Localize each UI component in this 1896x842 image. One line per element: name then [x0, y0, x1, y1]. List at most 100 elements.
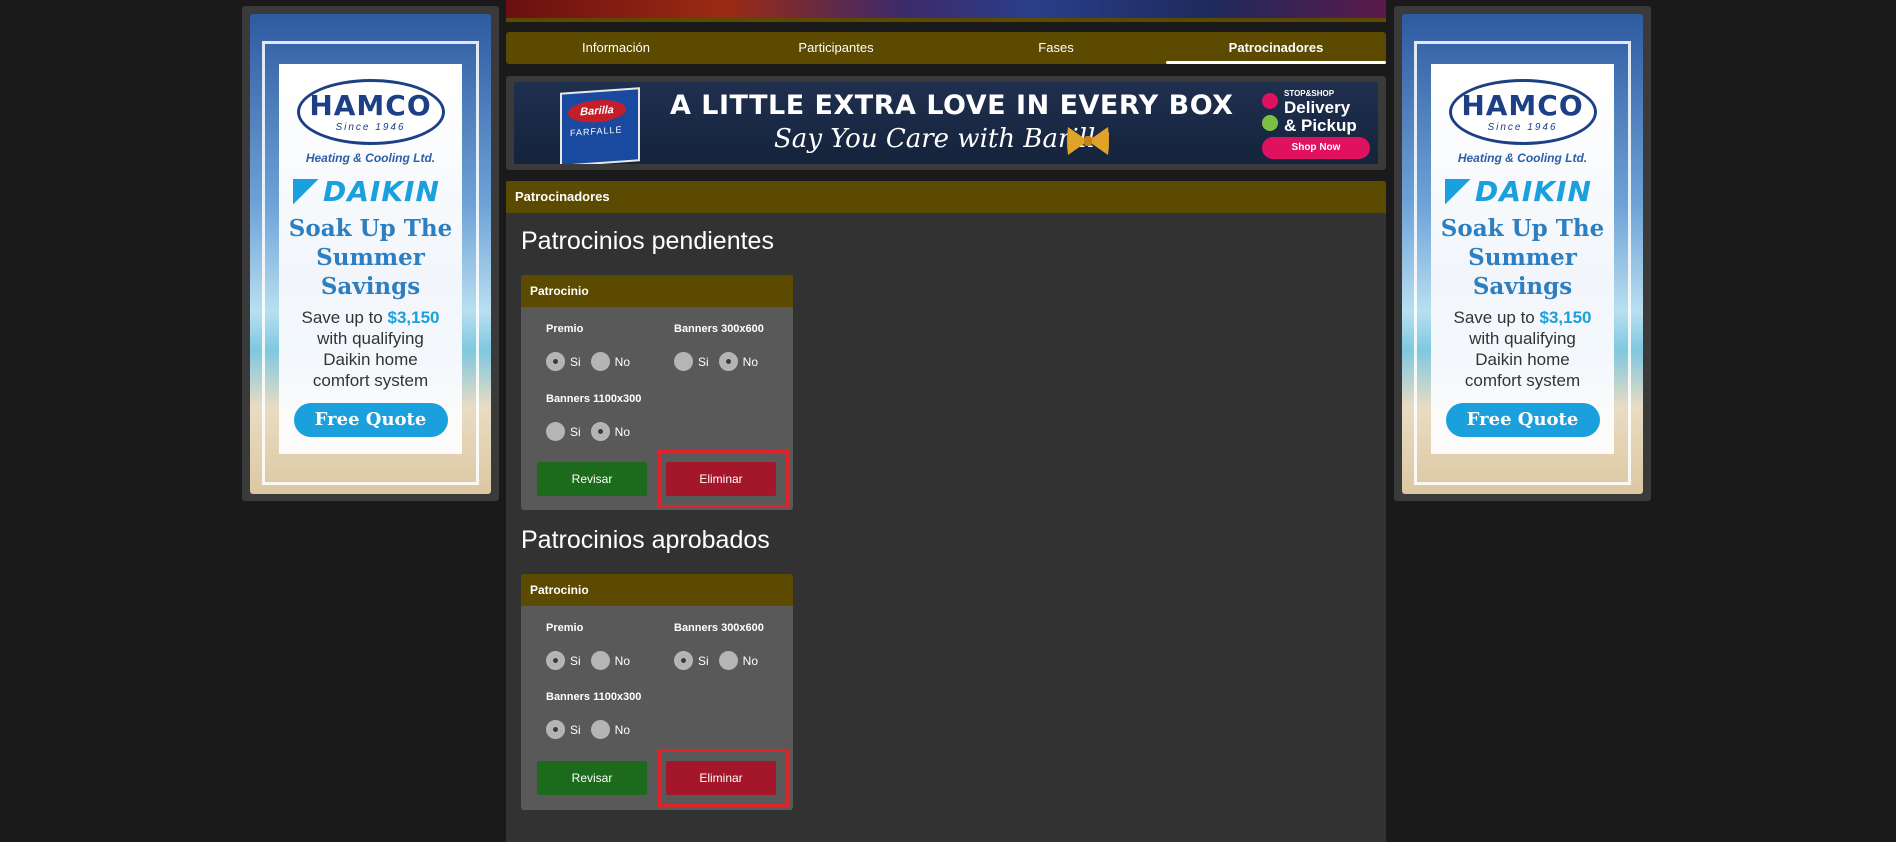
ad-save-line: Save up to $3,150 [1431, 307, 1614, 328]
green-dot-icon [1262, 115, 1278, 131]
radio-label: No [614, 722, 631, 737]
radio-label: Si [698, 653, 709, 668]
banner-headline: A LITTLE EXTRA LOVE IN EVERY BOX [670, 90, 1234, 121]
barilla-logo: Barilla [568, 98, 626, 125]
hamco-logo: HAMCO Since 1946 [296, 79, 445, 145]
radio-si[interactable]: Si [546, 651, 581, 670]
radio-no[interactable]: No [590, 352, 630, 371]
radio-unchecked-icon[interactable] [590, 720, 610, 739]
ad-image[interactable]: HAMCO Since 1946 Heating & Cooling Ltd. … [250, 14, 491, 494]
ad-save-amount: $3,150 [1539, 308, 1592, 327]
hamco-since: Since 1946 [335, 121, 406, 133]
barilla-banner-ad[interactable]: Barilla FARFALLE A LITTLE EXTRA LOVE IN … [514, 82, 1378, 164]
pending-section-title: Patrocinios pendientes [521, 227, 774, 255]
ad-save-prefix: Save up to [1453, 308, 1540, 327]
radio-unchecked-icon[interactable] [718, 651, 738, 670]
review-button[interactable]: Revisar [537, 761, 647, 795]
radio-si[interactable]: Si [546, 422, 581, 441]
daikin-logo: DAIKIN [1445, 175, 1600, 208]
daikin-logo: DAIKIN [293, 175, 448, 208]
delete-button[interactable]: Eliminar [666, 462, 776, 496]
radio-si[interactable]: Si [674, 651, 709, 670]
delete-button[interactable]: Eliminar [666, 761, 776, 795]
ad-headline-line: Soak Up The [1440, 215, 1605, 242]
pasta-box-image: Barilla FARFALLE [560, 87, 640, 164]
daikin-mark-icon [1445, 178, 1471, 205]
radio-checked-icon[interactable] [546, 352, 565, 371]
radio-checked-icon[interactable] [718, 352, 738, 371]
hamco-logo: HAMCO Since 1946 [1448, 79, 1597, 145]
daikin-brand: DAIKIN [323, 175, 440, 208]
hamco-since: Since 1946 [1487, 121, 1558, 133]
radio-group: Si No [674, 651, 768, 670]
field-banners-300x600: Banners 300x600 Si No [674, 622, 768, 670]
radio-group: Si No [546, 352, 640, 371]
hamco-subtitle: Heating & Cooling Ltd. [1457, 151, 1588, 165]
radio-checked-icon[interactable] [590, 422, 610, 441]
right-side-ad[interactable]: HAMCO Since 1946 Heating & Cooling Ltd. … [1394, 6, 1651, 501]
field-label: Premio [546, 323, 584, 335]
ad-body-line: with qualifying [1469, 329, 1576, 348]
ad-save-line: Save up to $3,150 [279, 307, 462, 328]
radio-group: Si No [674, 352, 768, 371]
tab-informacion[interactable]: Información [506, 32, 726, 64]
radio-si[interactable]: Si [674, 352, 709, 371]
radio-si[interactable]: Si [546, 352, 581, 371]
ad-headline-line: Savings [1472, 273, 1573, 300]
free-quote-button[interactable]: Free Quote [1445, 403, 1600, 437]
sponsors-panel: Patrocinadores Patrocinios pendientes Pa… [506, 181, 1386, 842]
approved-section-title: Patrocinios aprobados [521, 526, 770, 554]
red-dot-icon [1262, 93, 1278, 109]
radio-label: Si [698, 354, 709, 369]
radio-unchecked-icon[interactable] [590, 352, 610, 371]
radio-label: No [614, 653, 631, 668]
radio-no[interactable]: No [718, 352, 758, 371]
daikin-brand: DAIKIN [1475, 175, 1592, 208]
radio-unchecked-icon[interactable] [674, 352, 693, 371]
radio-unchecked-icon[interactable] [590, 651, 610, 670]
main-content: Información Participantes Fases Patrocin… [506, 0, 1386, 842]
hamco-subtitle: Heating & Cooling Ltd. [305, 151, 436, 165]
radio-label: No [614, 424, 631, 439]
ad-body-line: comfort system [312, 371, 429, 390]
radio-no[interactable]: No [590, 651, 631, 670]
radio-checked-icon[interactable] [546, 651, 565, 670]
tab-patrocinadores[interactable]: Patrocinadores [1166, 32, 1386, 64]
ad-save-amount: $3,150 [387, 308, 440, 327]
ad-headline-line: Soak Up The [288, 215, 453, 242]
hamco-brand: HAMCO [309, 88, 432, 122]
radio-checked-icon[interactable] [546, 720, 565, 739]
field-label: Banners 300x600 [674, 622, 764, 634]
approved-sponsorship-card: Patrocinio Premio Si No Banners 300x600 … [521, 574, 793, 810]
radio-label: Si [570, 653, 581, 668]
radio-checked-icon[interactable] [674, 651, 693, 670]
radio-group: Si No [546, 651, 640, 670]
card-header: Patrocinio [521, 574, 793, 606]
shop-now-button[interactable]: Shop Now [1262, 137, 1370, 159]
tab-participantes[interactable]: Participantes [726, 32, 946, 64]
radio-no[interactable]: No [590, 720, 631, 739]
ad-headline: Soak Up The Summer Savings [279, 214, 462, 301]
ad-headline-line: Summer [316, 244, 425, 271]
radio-group: Si No [546, 422, 641, 441]
radio-si[interactable]: Si [546, 720, 581, 739]
farfalle-pasta-icon [1067, 127, 1109, 155]
free-quote-button[interactable]: Free Quote [293, 403, 448, 437]
delivery-promo: STOP&SHOP Delivery & Pickup Shop Now [1262, 87, 1374, 159]
radio-no[interactable]: No [718, 651, 758, 670]
ad-body: Save up to $3,150 with qualifying Daikin… [1431, 307, 1614, 391]
review-button[interactable]: Revisar [537, 462, 647, 496]
delivery-line: Delivery [1284, 98, 1351, 117]
field-label: Banners 1100x300 [546, 393, 642, 405]
ad-body-line: Daikin home [323, 350, 418, 369]
pickup-line: & Pickup [1284, 116, 1357, 135]
radio-unchecked-icon[interactable] [546, 422, 565, 441]
left-side-ad[interactable]: HAMCO Since 1946 Heating & Cooling Ltd. … [242, 6, 499, 501]
ad-body-line: Daikin home [1475, 350, 1570, 369]
delivery-text: Delivery & Pickup [1284, 99, 1357, 135]
ad-body-line: comfort system [1464, 371, 1581, 390]
tab-fases[interactable]: Fases [946, 32, 1166, 64]
hero-image [506, 0, 1386, 22]
radio-no[interactable]: No [590, 422, 631, 441]
ad-image[interactable]: HAMCO Since 1946 Heating & Cooling Ltd. … [1402, 14, 1643, 494]
